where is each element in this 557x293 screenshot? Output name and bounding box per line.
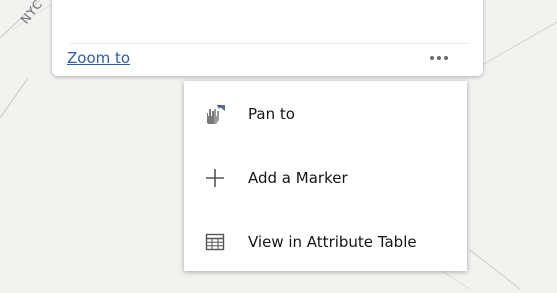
menu-item-label: Pan to <box>248 105 295 123</box>
popup-actions-menu: Pan to Add a Marker View in Attribute Ta… <box>184 81 467 271</box>
more-horizontal-icon <box>430 56 434 60</box>
menu-item-view-attribute-table[interactable]: View in Attribute Table <box>184 217 467 267</box>
feature-popup: Zoom to <box>52 0 483 76</box>
menu-item-add-marker[interactable]: Add a Marker <box>184 153 467 203</box>
plus-icon <box>204 167 226 189</box>
menu-item-label: Add a Marker <box>248 169 348 187</box>
table-icon <box>204 231 226 253</box>
pan-hand-icon <box>204 103 226 125</box>
menu-item-pan-to[interactable]: Pan to <box>184 89 467 139</box>
popup-divider <box>70 43 470 44</box>
menu-item-label: View in Attribute Table <box>248 233 417 251</box>
zoom-to-link[interactable]: Zoom to <box>67 49 130 67</box>
more-actions-button[interactable] <box>424 51 454 65</box>
